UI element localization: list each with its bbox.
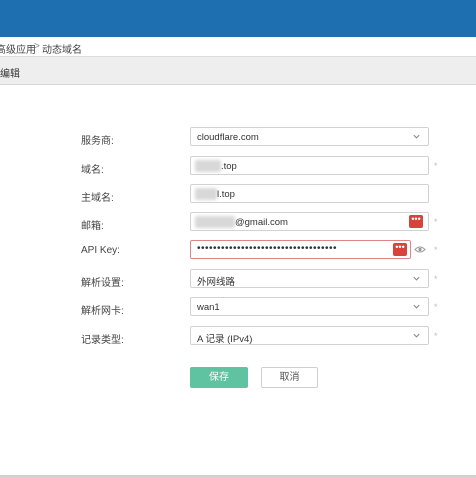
domain-label: 域名:: [81, 165, 104, 176]
email-label: 邮箱:: [81, 221, 104, 232]
domain-value: .top: [221, 161, 237, 172]
record-type-label: 记录类型:: [81, 335, 124, 346]
chevron-down-icon: [413, 134, 420, 139]
eye-icon[interactable]: [414, 245, 426, 254]
required-marker: *: [434, 274, 438, 284]
password-manager-icon[interactable]: •••: [393, 243, 407, 256]
breadcrumb-parent-link[interactable]: 高级应用: [0, 41, 36, 56]
main-domain-input[interactable]: l.top: [190, 184, 429, 203]
redacted-main-domain-prefix: [195, 188, 217, 200]
resolve-setting-select[interactable]: 外网线路: [190, 269, 429, 288]
record-type-value: A 记录 (IPv4): [197, 334, 253, 345]
record-type-select[interactable]: A 记录 (IPv4): [190, 326, 429, 345]
required-marker: *: [434, 245, 438, 255]
required-marker: *: [434, 161, 438, 171]
api-key-input[interactable]: ••••••••••••••••••••••••••••••••••• •••: [190, 240, 411, 259]
resolve-setting-value: 外网线路: [197, 277, 236, 288]
main-domain-value: l.top: [217, 189, 235, 200]
top-header-bar: [0, 0, 476, 37]
resolve-nic-value: wan1: [197, 302, 220, 313]
save-button[interactable]: 保存: [190, 367, 248, 388]
required-marker: *: [434, 302, 438, 312]
chevron-down-icon: [413, 276, 420, 281]
email-input[interactable]: @gmail.com •••: [190, 212, 429, 231]
chevron-down-icon: [413, 333, 420, 338]
breadcrumb: 高级应用 > 动态域名: [0, 37, 476, 57]
email-value: @gmail.com: [235, 217, 288, 228]
required-marker: *: [434, 331, 438, 341]
redacted-email-user: [195, 216, 235, 228]
resolve-setting-label: 解析设置:: [81, 278, 124, 289]
domain-input[interactable]: .top: [190, 156, 429, 175]
provider-label: 服务商:: [81, 136, 114, 147]
password-manager-icon[interactable]: •••: [409, 215, 423, 228]
resolve-nic-select[interactable]: wan1: [190, 297, 429, 316]
resolve-nic-label: 解析网卡:: [81, 306, 124, 317]
main-domain-label: 主域名:: [81, 193, 114, 204]
redacted-domain-prefix: [195, 160, 221, 172]
api-key-label: API Key:: [81, 245, 120, 256]
api-key-value: •••••••••••••••••••••••••••••••••••: [197, 243, 338, 254]
chevron-down-icon: [413, 304, 420, 309]
edit-section-header: 编辑: [0, 57, 476, 85]
breadcrumb-current: 动态域名: [42, 45, 82, 56]
breadcrumb-separator: >: [34, 41, 40, 52]
provider-select[interactable]: cloudflare.com: [190, 127, 429, 146]
required-marker: *: [434, 217, 438, 227]
cancel-button[interactable]: 取消: [261, 367, 318, 388]
edit-section-title: 编辑: [0, 69, 20, 80]
provider-value: cloudflare.com: [197, 132, 259, 143]
